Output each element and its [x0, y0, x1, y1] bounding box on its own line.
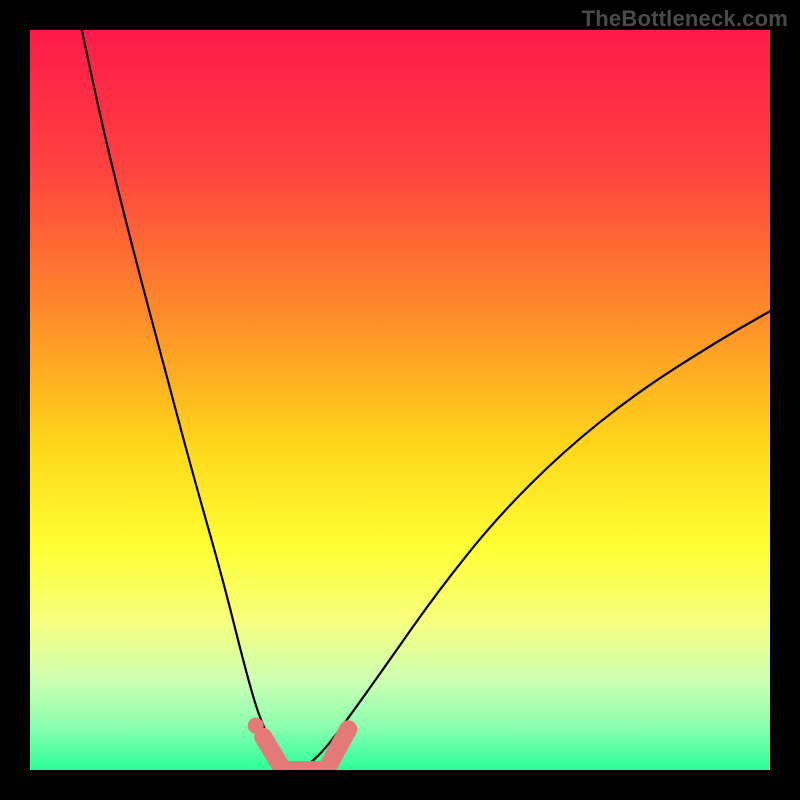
- plot-area: [30, 30, 770, 770]
- chart-svg: [30, 30, 770, 770]
- highlight-dot: [248, 718, 264, 734]
- watermark-text: TheBottleneck.com: [582, 6, 788, 32]
- gradient-background: [30, 30, 770, 770]
- chart-frame: TheBottleneck.com: [0, 0, 800, 800]
